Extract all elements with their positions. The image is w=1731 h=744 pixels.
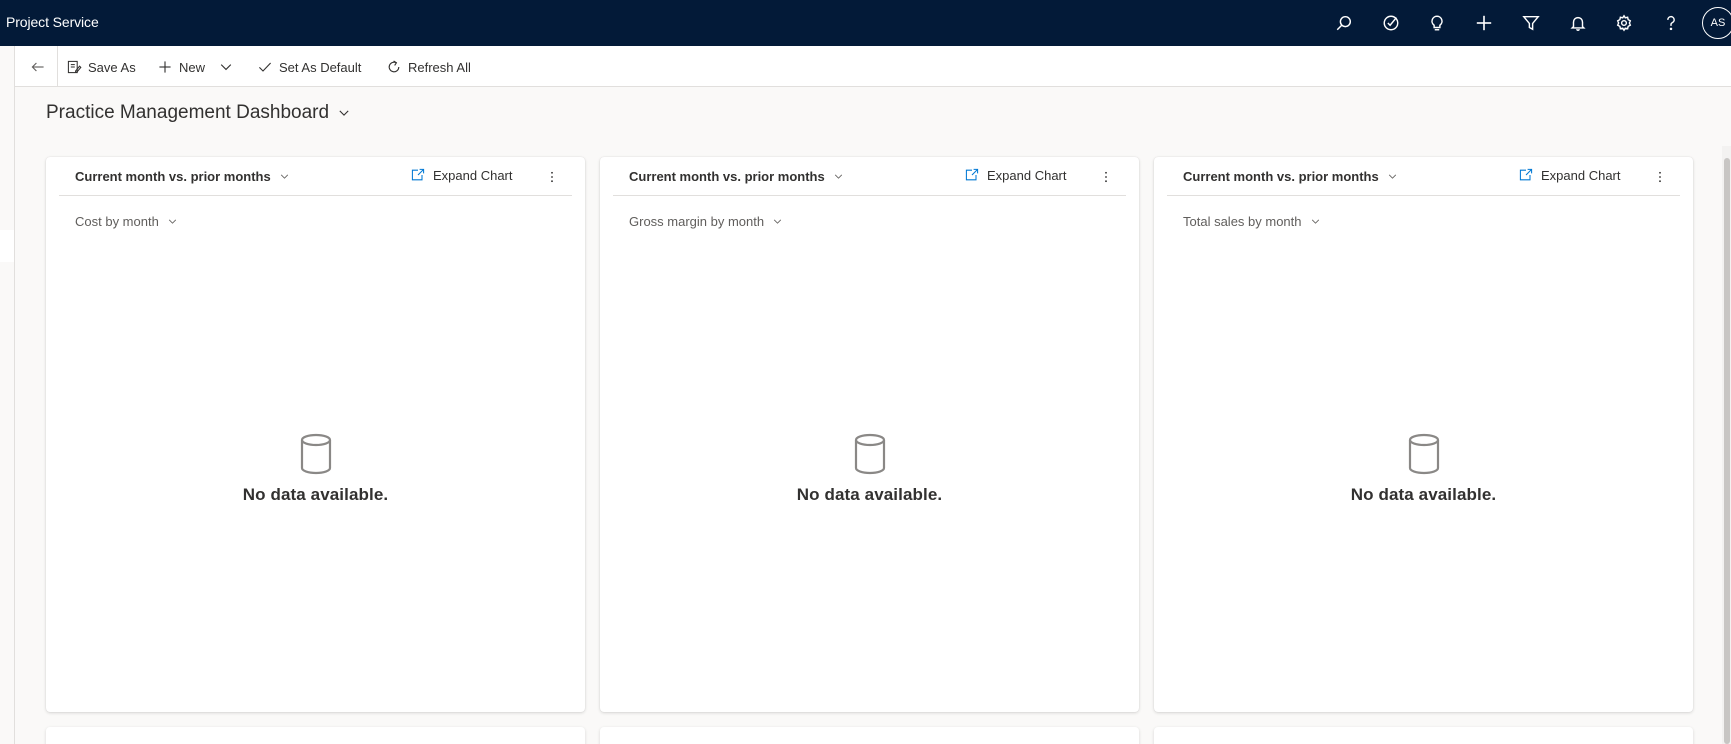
chart-selector[interactable]: Gross margin by month — [629, 214, 783, 229]
expand-chart-button[interactable]: Expand Chart — [964, 167, 1067, 183]
command-bar: Save As New Set As Default Refresh All — [15, 46, 1731, 87]
settings-icon[interactable] — [1609, 8, 1639, 38]
dashboard-title: Practice Management Dashboard — [46, 102, 330, 123]
chart-card-peek — [600, 727, 1139, 744]
view-selector-label: Current month vs. prior months — [629, 169, 825, 184]
empty-state: No data available. — [1154, 433, 1693, 505]
expand-chart-label: Expand Chart — [433, 167, 513, 183]
save-as-icon — [67, 60, 82, 74]
set-as-default-label: Set As Default — [279, 59, 362, 75]
new-label: New — [179, 59, 206, 75]
add-icon[interactable] — [1469, 8, 1499, 38]
chart-selector[interactable]: Cost by month — [75, 214, 178, 229]
user-avatar[interactable]: AS — [1702, 7, 1731, 39]
more-options-button[interactable] — [1650, 167, 1670, 187]
more-vertical-icon — [1659, 171, 1661, 183]
chart-selector-label: Cost by month — [75, 214, 159, 229]
expand-chart-icon — [411, 168, 425, 181]
save-as-label: Save As — [88, 59, 136, 75]
save-as-button[interactable]: Save As — [66, 54, 136, 80]
view-selector-label: Current month vs. prior months — [1183, 169, 1379, 184]
checkmark-icon — [259, 62, 272, 72]
expand-chart-label: Expand Chart — [987, 167, 1067, 183]
chart-card-gross-margin: Current month vs. prior months Expand Ch… — [600, 157, 1139, 712]
chart-card-peek — [46, 727, 585, 744]
card-divider — [613, 195, 1126, 196]
chevron-down-icon — [1388, 174, 1396, 179]
refresh-icon — [388, 60, 400, 73]
more-vertical-icon — [551, 171, 553, 183]
chart-card-peek — [1154, 727, 1693, 744]
app-title[interactable]: Project Service — [6, 14, 99, 30]
add-icon — [159, 61, 171, 73]
notification-icon[interactable] — [1563, 8, 1593, 38]
new-button[interactable]: New — [157, 54, 205, 80]
refresh-all-label: Refresh All — [408, 59, 471, 75]
command-separator — [57, 46, 58, 87]
no-data-message: No data available. — [796, 485, 943, 504]
card-divider — [1167, 195, 1680, 196]
new-dropdown-button[interactable] — [218, 54, 234, 80]
chevron-down-icon — [168, 219, 176, 224]
chevron-down-icon — [1311, 219, 1319, 224]
chart-card-total-sales: Current month vs. prior months Expand Ch… — [1154, 157, 1693, 712]
expand-chart-button[interactable]: Expand Chart — [1518, 167, 1621, 183]
no-data-message: No data available. — [1350, 485, 1497, 504]
chevron-down-icon — [773, 219, 782, 224]
left-navigation-rail — [0, 46, 15, 744]
expand-chart-icon — [965, 168, 979, 181]
scrollbar-thumb[interactable] — [1724, 158, 1730, 744]
database-icon — [854, 433, 885, 475]
card-header: Current month vs. prior months Expand Ch… — [46, 157, 585, 197]
more-vertical-icon — [1105, 171, 1107, 183]
filter-icon[interactable] — [1516, 8, 1546, 38]
view-selector[interactable]: Current month vs. prior months — [629, 169, 844, 184]
expand-chart-button[interactable]: Expand Chart — [410, 167, 513, 183]
card-header: Current month vs. prior months Expand Ch… — [1154, 157, 1693, 197]
empty-state: No data available. — [46, 433, 585, 505]
back-button[interactable] — [25, 54, 51, 80]
lightbulb-icon[interactable] — [1422, 8, 1452, 38]
empty-state: No data available. — [600, 433, 1139, 505]
expand-chart-icon — [1519, 168, 1533, 181]
more-options-button[interactable] — [542, 167, 562, 187]
task-icon[interactable] — [1376, 8, 1406, 38]
top-navigation-bar: Project Service AS — [0, 0, 1731, 46]
chevron-down-icon — [339, 110, 349, 116]
view-selector[interactable]: Current month vs. prior months — [75, 169, 290, 184]
no-data-message: No data available. — [242, 485, 389, 504]
expand-chart-label: Expand Chart — [1541, 167, 1621, 183]
chart-selector[interactable]: Total sales by month — [1183, 214, 1321, 229]
chevron-down-icon — [280, 174, 288, 179]
chart-card-cost: Current month vs. prior months Expand Ch… — [46, 157, 585, 712]
refresh-all-button[interactable]: Refresh All — [386, 54, 471, 80]
view-selector[interactable]: Current month vs. prior months — [1183, 169, 1398, 184]
rail-selected-item[interactable] — [0, 230, 14, 262]
database-icon — [1408, 433, 1439, 475]
set-as-default-button[interactable]: Set As Default — [257, 54, 361, 80]
dashboard-selector[interactable]: Practice Management Dashboard — [46, 102, 351, 124]
chart-selector-label: Total sales by month — [1183, 214, 1302, 229]
card-divider — [59, 195, 572, 196]
search-icon[interactable] — [1329, 8, 1359, 38]
help-icon[interactable] — [1656, 8, 1686, 38]
chevron-down-icon — [220, 64, 232, 71]
chevron-down-icon — [834, 174, 842, 179]
view-selector-label: Current month vs. prior months — [75, 169, 271, 184]
database-icon — [300, 433, 331, 475]
card-header: Current month vs. prior months Expand Ch… — [600, 157, 1139, 197]
more-options-button[interactable] — [1096, 167, 1116, 187]
chart-selector-label: Gross margin by month — [629, 214, 765, 229]
